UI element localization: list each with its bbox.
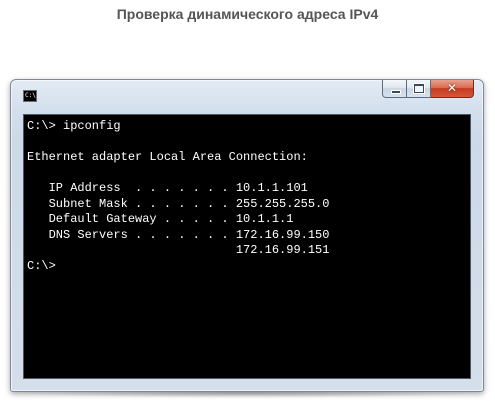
close-icon: ✕ bbox=[446, 81, 458, 95]
console-line: 172.16.99.151 bbox=[27, 243, 330, 257]
window-controls: ✕ bbox=[382, 80, 474, 99]
console-line: IP Address . . . . . . . 10.1.1.101 bbox=[27, 181, 308, 195]
console-line: DNS Servers . . . . . . . 172.16.99.150 bbox=[27, 227, 330, 242]
maximize-icon bbox=[414, 84, 424, 93]
maximize-button[interactable] bbox=[407, 80, 431, 98]
console-lines: C:\> ipconfig Ethernet adapter Local Are… bbox=[27, 119, 329, 274]
console-line: C:\> ipconfig bbox=[27, 119, 121, 133]
console-window[interactable]: C:\ ✕ C:\> ipconfig Ethernet adapter Loc… bbox=[10, 79, 484, 392]
minimize-icon bbox=[391, 90, 401, 94]
console-icon[interactable]: C:\ bbox=[23, 90, 37, 102]
window-titlebar[interactable]: C:\ ✕ bbox=[11, 80, 483, 108]
minimize-button[interactable] bbox=[382, 80, 407, 98]
console-prompt: C:\> bbox=[27, 258, 56, 273]
page-title: Проверка динамического адреса IPv4 bbox=[116, 6, 379, 22]
console-line: Subnet Mask . . . . . . . 255.255.255.0 bbox=[27, 196, 330, 211]
console-line: Default Gateway . . . . . 10.1.1.1 bbox=[27, 212, 294, 226]
console-line: Ethernet adapter Local Area Connection: bbox=[27, 150, 308, 164]
close-button[interactable]: ✕ bbox=[431, 80, 474, 98]
console-output[interactable]: C:\> ipconfig Ethernet adapter Local Are… bbox=[23, 114, 471, 379]
